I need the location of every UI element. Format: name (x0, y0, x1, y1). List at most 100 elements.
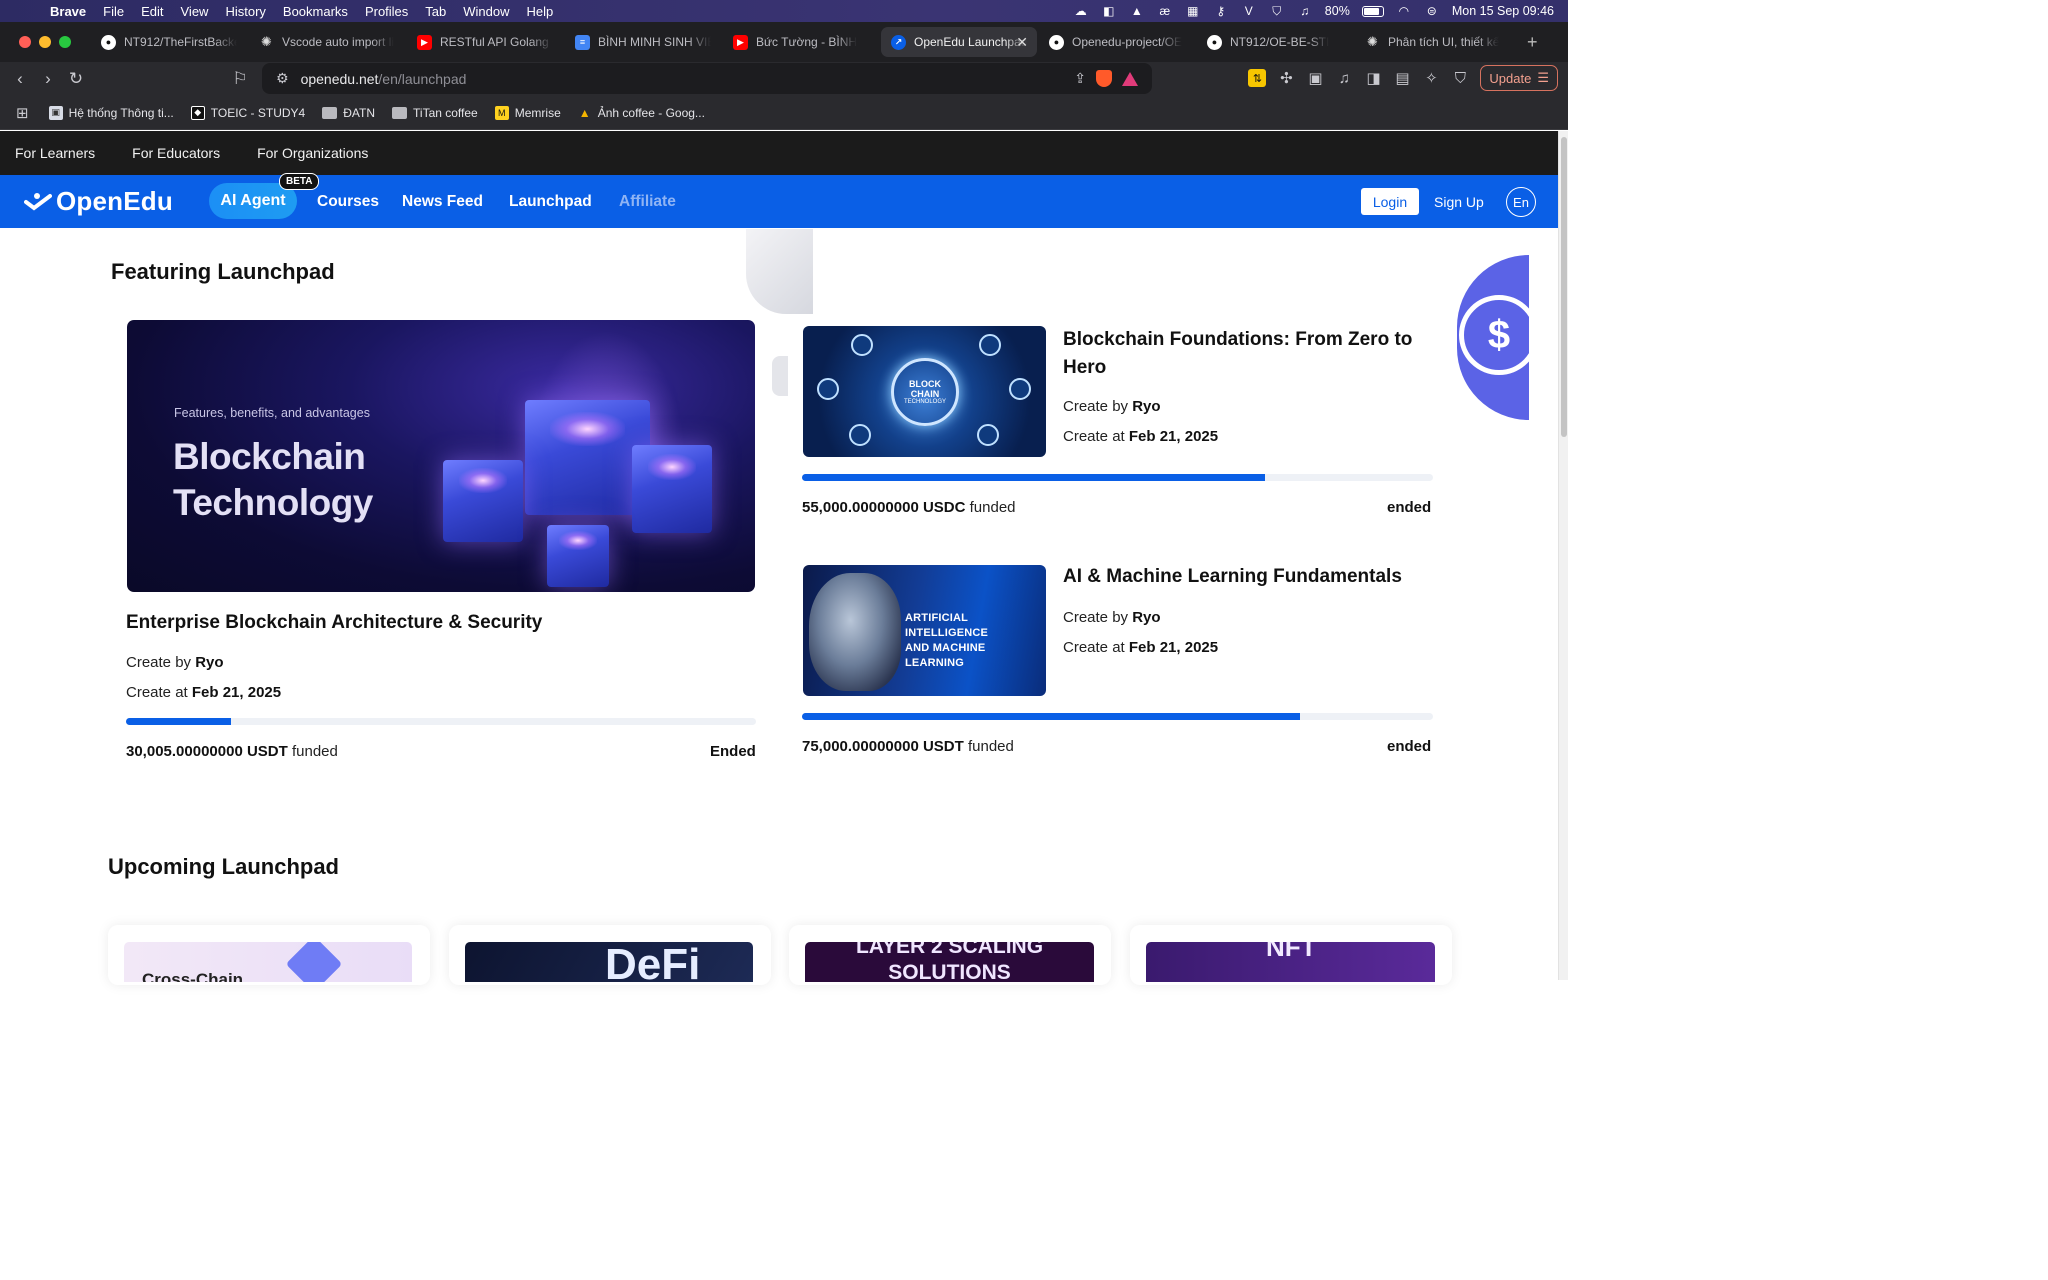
menu-view[interactable]: View (181, 4, 209, 19)
for-educators-link[interactable]: For Educators (132, 145, 220, 161)
screenshot-icon[interactable]: ▣ (1306, 69, 1324, 87)
menu-file[interactable]: File (103, 4, 124, 19)
upcoming-image[interactable]: DeFi (465, 942, 753, 982)
apps-grid-icon[interactable]: ⊞ (16, 104, 29, 122)
openedu-logo[interactable]: OpenEdu (24, 186, 173, 217)
browser-tab-bar: ● NT912/TheFirstBacke ✺ Vscode auto impo… (0, 22, 1568, 62)
update-button[interactable]: Update ☰ (1480, 65, 1558, 91)
close-window-icon[interactable] (19, 36, 31, 48)
browser-tab[interactable]: ● Openedu-project/OE (1039, 27, 1195, 57)
weather-icon[interactable]: ☁ (1073, 4, 1089, 18)
ae-icon[interactable]: æ (1157, 4, 1173, 18)
control-center-icon[interactable]: ⊜ (1424, 4, 1440, 18)
image-subtitle: Features, benefits, and advantages (174, 406, 370, 420)
courses-link[interactable]: Courses (317, 193, 379, 211)
wallet-icon[interactable]: ▤ (1393, 69, 1411, 87)
forward-icon[interactable]: › (34, 69, 62, 89)
side-card-title[interactable]: Blockchain Foundations: From Zero to Her… (1063, 326, 1443, 382)
bookmark-icon[interactable]: ⚐ (226, 69, 254, 89)
bookmark-item[interactable]: ▣ Hệ thống Thông ti... (48, 105, 174, 120)
sidebar-toggle-icon[interactable]: ◨ (1364, 69, 1382, 87)
language-selector[interactable]: En (1506, 187, 1536, 217)
menu-profiles[interactable]: Profiles (365, 4, 408, 19)
site-settings-icon[interactable]: ⚙ (276, 70, 289, 87)
vpn-icon[interactable]: ⛉ (1451, 69, 1469, 87)
upcoming-image[interactable]: Cross-Chain (124, 942, 412, 982)
launchpad-link[interactable]: Launchpad (509, 193, 592, 211)
signup-link[interactable]: Sign Up (1434, 194, 1484, 210)
bookmark-item[interactable]: ĐATN (322, 106, 375, 120)
new-tab-icon[interactable]: + (1527, 32, 1538, 53)
scrollbar-thumb[interactable] (1561, 137, 1567, 437)
affiliate-link[interactable]: Affiliate (619, 193, 676, 211)
clock[interactable]: Mon 15 Sep 09:46 (1452, 4, 1554, 18)
menu-edit[interactable]: Edit (141, 4, 163, 19)
minimize-window-icon[interactable] (39, 36, 51, 48)
docs-icon: ≡ (575, 34, 590, 50)
close-tab-icon[interactable]: ✕ (1016, 34, 1028, 51)
bookmark-item[interactable]: TiTan coffee (392, 106, 478, 120)
brave-rewards-icon[interactable] (1122, 71, 1138, 86)
wifi-icon[interactable]: ◠ (1396, 4, 1412, 18)
battery-icon[interactable] (1361, 5, 1384, 17)
drive-icon[interactable]: ▲ (1129, 4, 1145, 18)
back-icon[interactable]: ‹ (6, 69, 34, 89)
for-learners-link[interactable]: For Learners (15, 145, 95, 161)
browser-tab[interactable]: ✺ Vscode auto import li (249, 27, 405, 57)
blockchain-thumbnail[interactable]: BLOCK CHAIN TECHNOLOGY (803, 326, 1046, 457)
sidebar-icon[interactable]: ◧ (1101, 4, 1117, 18)
upcoming-image[interactable]: LAYER 2 SCALING SOLUTIONS (805, 942, 1094, 982)
share-icon[interactable]: ⇪ (1074, 70, 1086, 87)
music-icon[interactable]: ♫ (1335, 69, 1353, 87)
for-organizations-link[interactable]: For Organizations (257, 145, 368, 161)
login-button[interactable]: Login (1361, 188, 1419, 215)
news-feed-link[interactable]: News Feed (402, 193, 483, 211)
cube-graphic (547, 525, 609, 587)
menu-window[interactable]: Window (463, 4, 509, 19)
airpods-icon[interactable]: ♫ (1297, 4, 1313, 18)
extension-icon[interactable]: ⇅ (1248, 69, 1267, 87)
bookmark-label: ĐATN (343, 105, 376, 120)
funded-label: funded (291, 743, 338, 760)
address-bar[interactable]: ⚙ openedu.net/en/launchpad ⇪ (262, 63, 1152, 94)
menu-history[interactable]: History (225, 4, 265, 19)
grid-icon[interactable]: ▦ (1185, 4, 1201, 18)
circuit-node (979, 334, 1001, 356)
browser-tab[interactable]: ≡ BÌNH MINH SINH VIÊ (565, 27, 721, 57)
leo-ai-icon[interactable]: ✧ (1422, 69, 1440, 87)
funded-label: funded (969, 499, 1016, 516)
browser-tab-active[interactable]: ↗ OpenEdu Launchpad ✕ (881, 27, 1037, 57)
upcoming-image[interactable]: NFT (1146, 942, 1435, 982)
tab-title: NT912/OE-BE-STI (1230, 35, 1330, 49)
featured-title[interactable]: Enterprise Blockchain Architecture & Sec… (126, 612, 542, 634)
v-icon[interactable]: V (1241, 4, 1257, 18)
bookmark-item[interactable]: M Memrise (494, 105, 561, 120)
brave-shields-icon[interactable] (1096, 70, 1112, 87)
create-at-label: Create at (126, 684, 188, 701)
bookmark-item[interactable]: ▲ Ảnh coffee - Goog... (578, 106, 705, 120)
bookmark-item[interactable]: ◆ TOEIC - STUDY4 (190, 105, 305, 120)
browser-tab[interactable]: ● NT912/OE-BE-STI (1197, 27, 1353, 57)
browser-tab[interactable]: ▶ Bức Tường - BÌNH (723, 27, 879, 57)
menu-help[interactable]: Help (527, 4, 554, 19)
ai-thumbnail[interactable]: ARTIFICIAL INTELLIGENCE AND MACHINE LEARN… (803, 565, 1046, 696)
browser-toolbar: ‹ › ↻ ⚐ ⚙ openedu.net/en/launchpad ⇪ ⇅ ✣… (0, 62, 1568, 96)
menu-app-name[interactable]: Brave (50, 4, 86, 19)
browser-tab[interactable]: ▶ RESTful API Golang C (407, 27, 563, 57)
side-card-title[interactable]: AI & Machine Learning Fundamentals (1063, 566, 1402, 588)
browser-tab[interactable]: ● NT912/TheFirstBacke (91, 27, 247, 57)
page-scrollbar[interactable] (1558, 131, 1568, 980)
shield-icon[interactable]: ⛉ (1269, 4, 1285, 18)
puzzle-icon[interactable]: ✣ (1277, 69, 1295, 87)
browser-tab[interactable]: ✺ Phân tích UI, thiết kế (1355, 27, 1511, 57)
openedu-icon: ↗ (891, 34, 906, 50)
zoom-window-icon[interactable] (59, 36, 71, 48)
create-at-label: Create at (1063, 639, 1125, 656)
key-icon[interactable]: ⚷ (1213, 4, 1229, 18)
menu-bookmarks[interactable]: Bookmarks (283, 4, 348, 19)
address-bar-actions: ⇪ (1074, 70, 1138, 87)
reload-icon[interactable]: ↻ (62, 69, 90, 89)
url-host: openedu.net (300, 70, 379, 87)
menu-tab[interactable]: Tab (425, 4, 446, 19)
featured-launchpad-image[interactable]: Features, benefits, and advantages Block… (127, 320, 755, 592)
